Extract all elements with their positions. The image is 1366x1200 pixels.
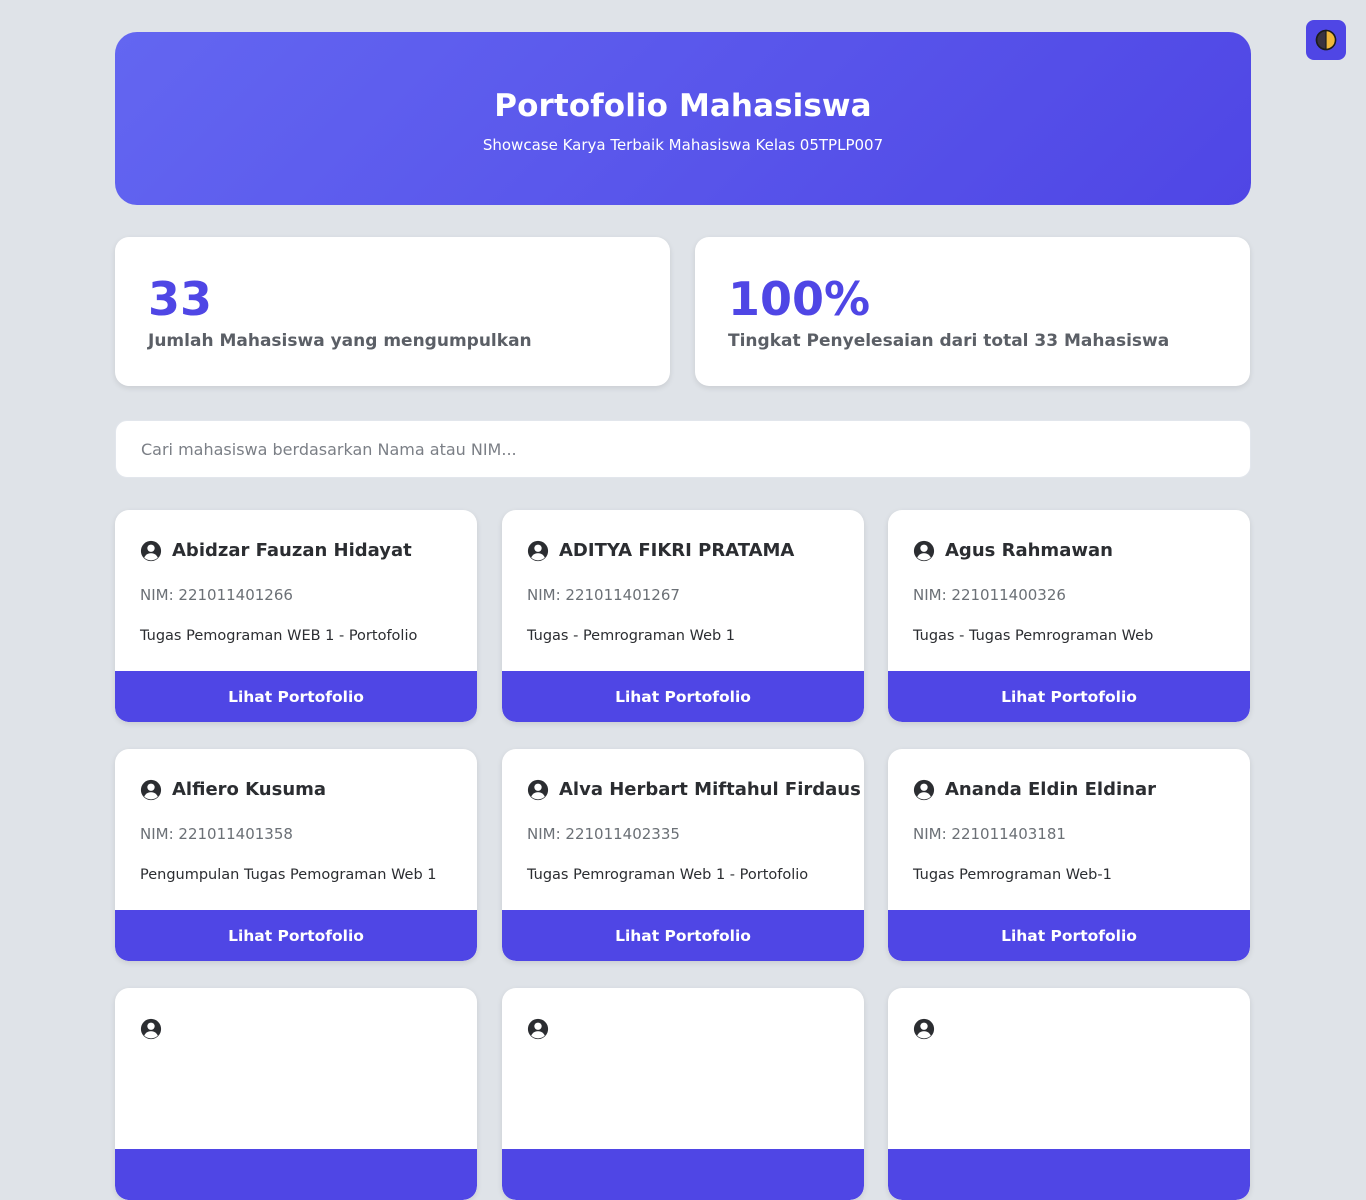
view-portfolio-button[interactable]: [502, 1149, 864, 1200]
student-task: Tugas - Pemrograman Web 1: [527, 628, 736, 644]
student-task: Tugas Pemrograman Web 1 - Portofolio: [527, 867, 809, 883]
student-nim: NIM: 221011401267: [527, 586, 680, 604]
student-name: Ananda Eldin Eldinar: [945, 779, 1156, 800]
view-portfolio-button[interactable]: Lihat Portofolio: [502, 671, 864, 722]
student-card-header: Abidzar Fauzan Hidayat: [140, 538, 412, 564]
student-card: Alfiero Kusuma NIM: 221011401358 Pengumpul…: [115, 749, 477, 961]
student-card: [888, 988, 1250, 1200]
user-circle-icon: [527, 540, 549, 562]
view-portfolio-button[interactable]: [115, 1149, 477, 1200]
student-card-header: [913, 1016, 945, 1042]
stat-card-completion: 100% Tingkat Penyelesaian dari total 33 …: [695, 237, 1250, 386]
student-card: Abidzar Fauzan Hidayat NIM: 221011401266 T…: [115, 510, 477, 722]
stat-label-completion: Tingkat Penyelesaian dari total 33 Mahas…: [728, 331, 1170, 351]
stat-value-submitted: 33: [148, 272, 213, 326]
student-name: Alfiero Kusuma: [172, 779, 327, 800]
stat-card-submitted: 33 Jumlah Mahasiswa yang mengumpulkan: [115, 237, 670, 386]
page-title: Portofolio Mahasiswa: [494, 88, 872, 124]
student-nim: NIM: 221011401358: [140, 825, 293, 843]
half-moon-icon: [1315, 29, 1337, 51]
student-nim: NIM: 221011401266: [140, 586, 293, 604]
student-nim: NIM: 221011400326: [913, 586, 1066, 604]
student-card: [115, 988, 477, 1200]
student-task: Tugas - Tugas Pemrograman Web: [913, 628, 1154, 644]
stat-label-submitted: Jumlah Mahasiswa yang mengumpulkan: [148, 331, 532, 351]
student-card-header: Agus Rahmawan: [913, 538, 1113, 564]
user-circle-icon: [140, 1018, 162, 1040]
page-subtitle: Showcase Karya Terbaik Mahasiswa Kelas 0…: [482, 136, 884, 154]
user-circle-icon: [913, 540, 935, 562]
view-portfolio-button[interactable]: [888, 1149, 1250, 1200]
student-card-header: Alva Herbart Miftahul Firdaus: [527, 777, 861, 803]
student-name: ADITYA FIKRI PRATAMA: [559, 540, 795, 561]
user-circle-icon: [913, 779, 935, 801]
view-portfolio-button[interactable]: Lihat Portofolio: [888, 671, 1250, 722]
student-name: Agus Rahmawan: [945, 540, 1113, 561]
user-circle-icon: [913, 1018, 935, 1040]
user-circle-icon: [140, 540, 162, 562]
student-card-header: Ananda Eldin Eldinar: [913, 777, 1156, 803]
search-input[interactable]: [115, 420, 1251, 478]
user-circle-icon: [140, 779, 162, 801]
student-task: Tugas Pemrograman Web-1: [913, 867, 1112, 883]
student-card-header: [140, 1016, 172, 1042]
student-card-header: [527, 1016, 559, 1042]
user-circle-icon: [527, 1018, 549, 1040]
student-name: Abidzar Fauzan Hidayat: [172, 540, 412, 561]
view-portfolio-button[interactable]: Lihat Portofolio: [502, 910, 864, 961]
page-header: Portofolio Mahasiswa Showcase Karya Terb…: [115, 32, 1251, 205]
student-card: ADITYA FIKRI PRATAMA NIM: 221011401267 Tug…: [502, 510, 864, 722]
stat-value-completion: 100%: [728, 272, 871, 326]
view-portfolio-button[interactable]: Lihat Portofolio: [888, 910, 1250, 961]
theme-toggle-button[interactable]: [1306, 20, 1346, 60]
student-task: Pengumpulan Tugas Pemograman Web 1: [140, 867, 437, 883]
view-portfolio-button[interactable]: Lihat Portofolio: [115, 910, 477, 961]
user-circle-icon: [527, 779, 549, 801]
student-nim: NIM: 221011402335: [527, 825, 680, 843]
student-card-header: Alfiero Kusuma: [140, 777, 326, 803]
student-card: [502, 988, 864, 1200]
student-card: Ananda Eldin Eldinar NIM: 221011403181 Tug…: [888, 749, 1250, 961]
student-name: Alva Herbart Miftahul Firdaus: [559, 779, 861, 800]
student-card-header: ADITYA FIKRI PRATAMA: [527, 538, 794, 564]
student-card: Alva Herbart Miftahul Firdaus NIM: 221011…: [502, 749, 864, 961]
student-nim: NIM: 221011403181: [913, 825, 1066, 843]
student-card: Agus Rahmawan NIM: 221011400326 Tugas - Tu…: [888, 510, 1250, 722]
student-task: Tugas Pemograman WEB 1 - Portofolio: [140, 628, 418, 644]
view-portfolio-button[interactable]: Lihat Portofolio: [115, 671, 477, 722]
